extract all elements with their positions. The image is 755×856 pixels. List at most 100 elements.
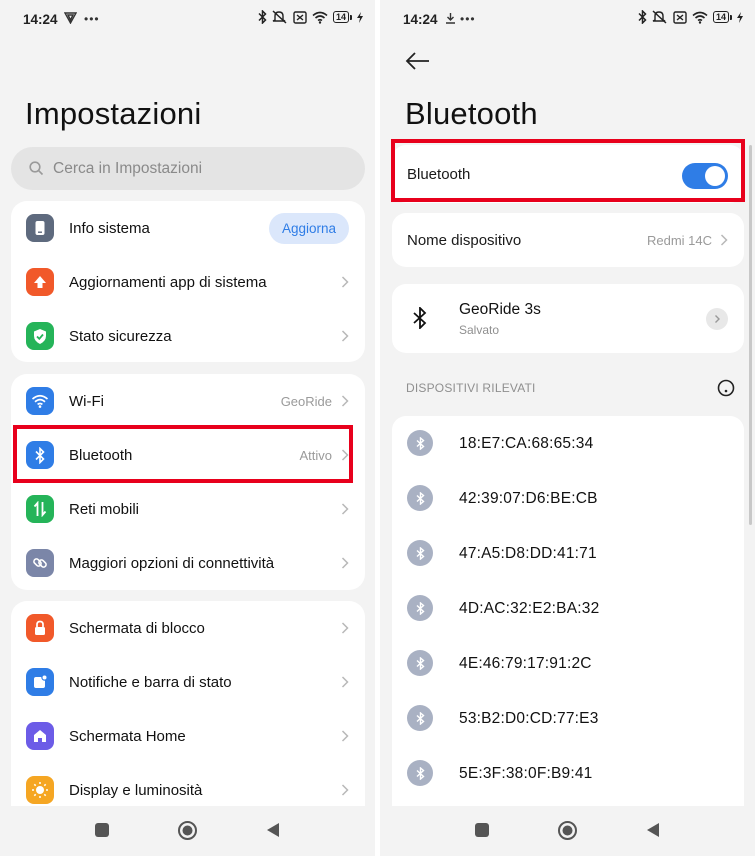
reti-mobili-row[interactable]: Reti mobili: [11, 482, 365, 536]
connettivita-row[interactable]: Maggiori opzioni di connettività: [11, 536, 365, 590]
device-name-value: Redmi 14C: [646, 233, 712, 248]
battery-icon: 14: [712, 11, 732, 23]
circle-icon: [177, 820, 197, 840]
bluetooth-icon: [407, 485, 433, 511]
list-item[interactable]: 18:E7:CA:68:65:34: [392, 416, 744, 471]
status-time: 14:24: [403, 12, 438, 27]
personalization-group: Schermata di blocco Notifiche e barra di…: [11, 601, 365, 831]
recents-button[interactable]: [471, 819, 493, 841]
status-bar: 14:24 ••• 14: [380, 0, 755, 38]
row-label: Stato sicurezza: [69, 327, 172, 345]
wifi-status-icon: [312, 11, 328, 24]
device-details-button[interactable]: [706, 308, 728, 330]
row-label: Bluetooth: [69, 446, 133, 464]
back-arrow-icon[interactable]: [405, 50, 431, 72]
arrow-up-icon: [26, 268, 54, 296]
scrollbar[interactable]: [749, 145, 752, 525]
charging-icon: [737, 11, 743, 23]
list-item[interactable]: 5E:3F:38:0F:B9:41: [392, 746, 744, 801]
chevron-right-icon: [341, 730, 349, 742]
bluetooth-icon: [407, 705, 433, 731]
bluetooth-toggle[interactable]: [682, 163, 728, 189]
notification-icon: [26, 668, 54, 696]
chevron-right-icon: [341, 784, 349, 796]
chevron-right-icon: [341, 395, 349, 407]
home-button[interactable]: [556, 819, 578, 841]
no-sim-icon: [673, 10, 687, 24]
charging-icon: [357, 11, 363, 23]
wifi-row[interactable]: Wi-Fi GeoRide: [11, 374, 365, 428]
loading-spinner-icon: [717, 379, 735, 397]
device-address: 53:B2:D0:CD:77:E3: [459, 710, 599, 727]
row-value: GeoRide: [280, 393, 332, 409]
device-address: 5E:3F:38:0F:B9:41: [459, 765, 593, 782]
bluetooth-icon: [407, 760, 433, 786]
toggle-label: Bluetooth: [407, 166, 471, 183]
list-item[interactable]: 4E:46:79:17:91:2C: [392, 636, 744, 691]
section-label: DISPOSITIVI RILEVATI: [406, 381, 536, 395]
list-item[interactable]: 53:B2:D0:CD:77:E3: [392, 691, 744, 746]
row-label: Schermata di blocco: [69, 619, 205, 637]
back-button[interactable]: [262, 819, 284, 841]
bluetooth-screen: 14:24 ••• 14 Bluetooth Bluetooth Nome di…: [380, 0, 755, 856]
mute-icon: [272, 10, 287, 24]
back-button[interactable]: [642, 819, 664, 841]
triangle-back-icon: [267, 823, 279, 837]
notifiche-row[interactable]: Notifiche e barra di stato: [11, 655, 365, 709]
bluetooth-toggle-row[interactable]: Bluetooth: [392, 145, 744, 203]
info-sistema-row[interactable]: Info sistema Aggiorna: [11, 201, 365, 255]
device-name-row[interactable]: Nome dispositivo Redmi 14C: [392, 213, 744, 267]
bluetooth-row[interactable]: Bluetooth Attivo: [11, 428, 365, 482]
link-icon: [26, 549, 54, 577]
stato-sicurezza-row[interactable]: Stato sicurezza: [11, 309, 365, 363]
bluetooth-icon: [407, 430, 433, 456]
chevron-right-icon: [715, 315, 720, 323]
home-button[interactable]: [176, 819, 198, 841]
update-button[interactable]: Aggiorna: [268, 212, 349, 244]
wifi-status-icon: [692, 11, 708, 24]
vpn-icon: [63, 12, 78, 27]
settings-screen: 14:24 ••• 14 Impostazioni Cerca in Impos…: [0, 0, 375, 856]
sun-icon: [26, 776, 54, 804]
schermata-home-row[interactable]: Schermata Home: [11, 709, 365, 763]
row-label: Aggiornamenti app di sistema: [69, 273, 267, 291]
device-address: 4E:46:79:17:91:2C: [459, 655, 592, 672]
schermata-blocco-row[interactable]: Schermata di blocco: [11, 601, 365, 655]
status-time: 14:24: [23, 12, 58, 27]
square-icon: [475, 823, 489, 837]
list-item[interactable]: 42:39:07:D6:BE:CB: [392, 471, 744, 526]
bluetooth-icon: [407, 650, 433, 676]
device-name-label: Nome dispositivo: [407, 232, 522, 249]
mobile-data-icon: [26, 495, 54, 523]
shield-check-icon: [26, 322, 54, 350]
bluetooth-icon: [407, 595, 433, 621]
connectivity-group: Wi-Fi GeoRide Bluetooth Attivo Reti mobi…: [11, 374, 365, 590]
saved-device-row[interactable]: GeoRide 3s Salvato: [392, 284, 744, 353]
navigation-bar: [380, 806, 755, 856]
no-sim-icon: [293, 10, 307, 24]
battery-icon: 14: [332, 11, 352, 23]
device-address: 42:39:07:D6:BE:CB: [459, 490, 598, 507]
device-address: 4D:AC:32:E2:BA:32: [459, 600, 600, 617]
device-address: 18:E7:CA:68:65:34: [459, 435, 594, 452]
circle-icon: [557, 820, 577, 840]
row-value: Attivo: [299, 447, 332, 463]
aggiornamenti-app-row[interactable]: Aggiornamenti app di sistema: [11, 255, 365, 309]
recents-button[interactable]: [91, 819, 113, 841]
square-icon: [95, 823, 109, 837]
bluetooth-status-icon: [638, 10, 647, 24]
chevron-right-icon: [720, 234, 728, 246]
system-group: Info sistema Aggiorna Aggiornamenti app …: [11, 201, 365, 362]
row-label: Wi-Fi: [69, 392, 104, 410]
search-input[interactable]: Cerca in Impostazioni: [11, 147, 365, 190]
row-label: Notifiche e barra di stato: [69, 673, 232, 691]
chevron-right-icon: [341, 449, 349, 461]
list-item[interactable]: 47:A5:D8:DD:41:71: [392, 526, 744, 581]
lock-icon: [26, 614, 54, 642]
chevron-right-icon: [341, 276, 349, 288]
search-placeholder: Cerca in Impostazioni: [53, 159, 203, 177]
chevron-right-icon: [341, 676, 349, 688]
list-item[interactable]: 4D:AC:32:E2:BA:32: [392, 581, 744, 636]
row-label: Info sistema: [69, 219, 150, 237]
navigation-bar: [0, 806, 375, 856]
